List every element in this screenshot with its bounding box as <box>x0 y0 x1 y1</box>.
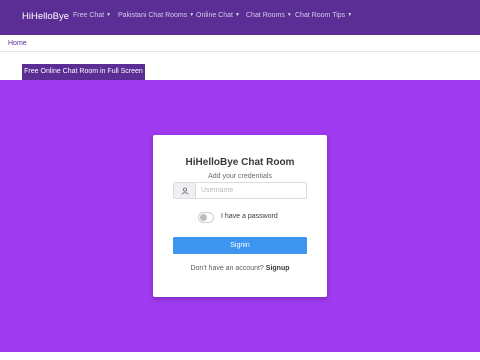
nav-pakistani-chat-rooms[interactable]: Pakistani Chat Rooms ▼ <box>118 12 194 19</box>
caret-down-icon: ▼ <box>234 12 240 18</box>
signup-prompt: Don't have an account? Signup <box>153 265 327 272</box>
footer-strip <box>0 352 480 360</box>
login-subtitle: Add your credentials <box>208 173 272 180</box>
nav-online-chat[interactable]: Online Chat ▼ <box>196 12 240 19</box>
caret-down-icon: ▼ <box>347 12 353 18</box>
nav-chat-room-tips[interactable]: Chat Room Tips ▼ <box>295 12 352 19</box>
fullscreen-chat-tab[interactable]: Free Online Chat Room in Full Screen <box>22 64 145 80</box>
login-card: HiHelloBye Chat Room Add your credential… <box>153 135 327 297</box>
login-title: HiHelloBye Chat Room <box>185 157 295 168</box>
top-navbar: HiHelloBye Free Chat ▼ Pakistani Chat Roo… <box>0 0 480 35</box>
nav-chat-rooms-label: Chat Rooms <box>246 12 285 19</box>
nav-pakistani-chat-rooms-label: Pakistani Chat Rooms <box>118 12 188 19</box>
caret-down-icon: ▼ <box>286 12 292 18</box>
password-toggle-label: I have a password <box>221 213 278 220</box>
nav-chat-rooms[interactable]: Chat Rooms ▼ <box>246 12 292 19</box>
nav-free-chat[interactable]: Free Chat ▼ <box>73 12 111 19</box>
signup-link[interactable]: Signup <box>266 265 290 272</box>
nav-free-chat-label: Free Chat <box>73 12 105 19</box>
caret-down-icon: ▼ <box>189 12 195 18</box>
username-input-group <box>173 182 307 199</box>
breadcrumb: Home <box>0 35 480 52</box>
brand-link[interactable]: HiHelloBye <box>22 11 69 22</box>
username-input[interactable] <box>198 183 304 198</box>
password-toggle[interactable] <box>198 212 214 223</box>
toggle-knob <box>200 214 207 221</box>
nav-chat-room-tips-label: Chat Room Tips <box>295 12 346 19</box>
signin-button[interactable]: Signin <box>173 237 307 254</box>
signup-prompt-text: Don't have an account? <box>190 265 264 272</box>
user-icon <box>174 183 196 198</box>
caret-down-icon: ▼ <box>106 12 112 18</box>
breadcrumb-home-link[interactable]: Home <box>8 40 27 47</box>
nav-online-chat-label: Online Chat <box>196 12 233 19</box>
